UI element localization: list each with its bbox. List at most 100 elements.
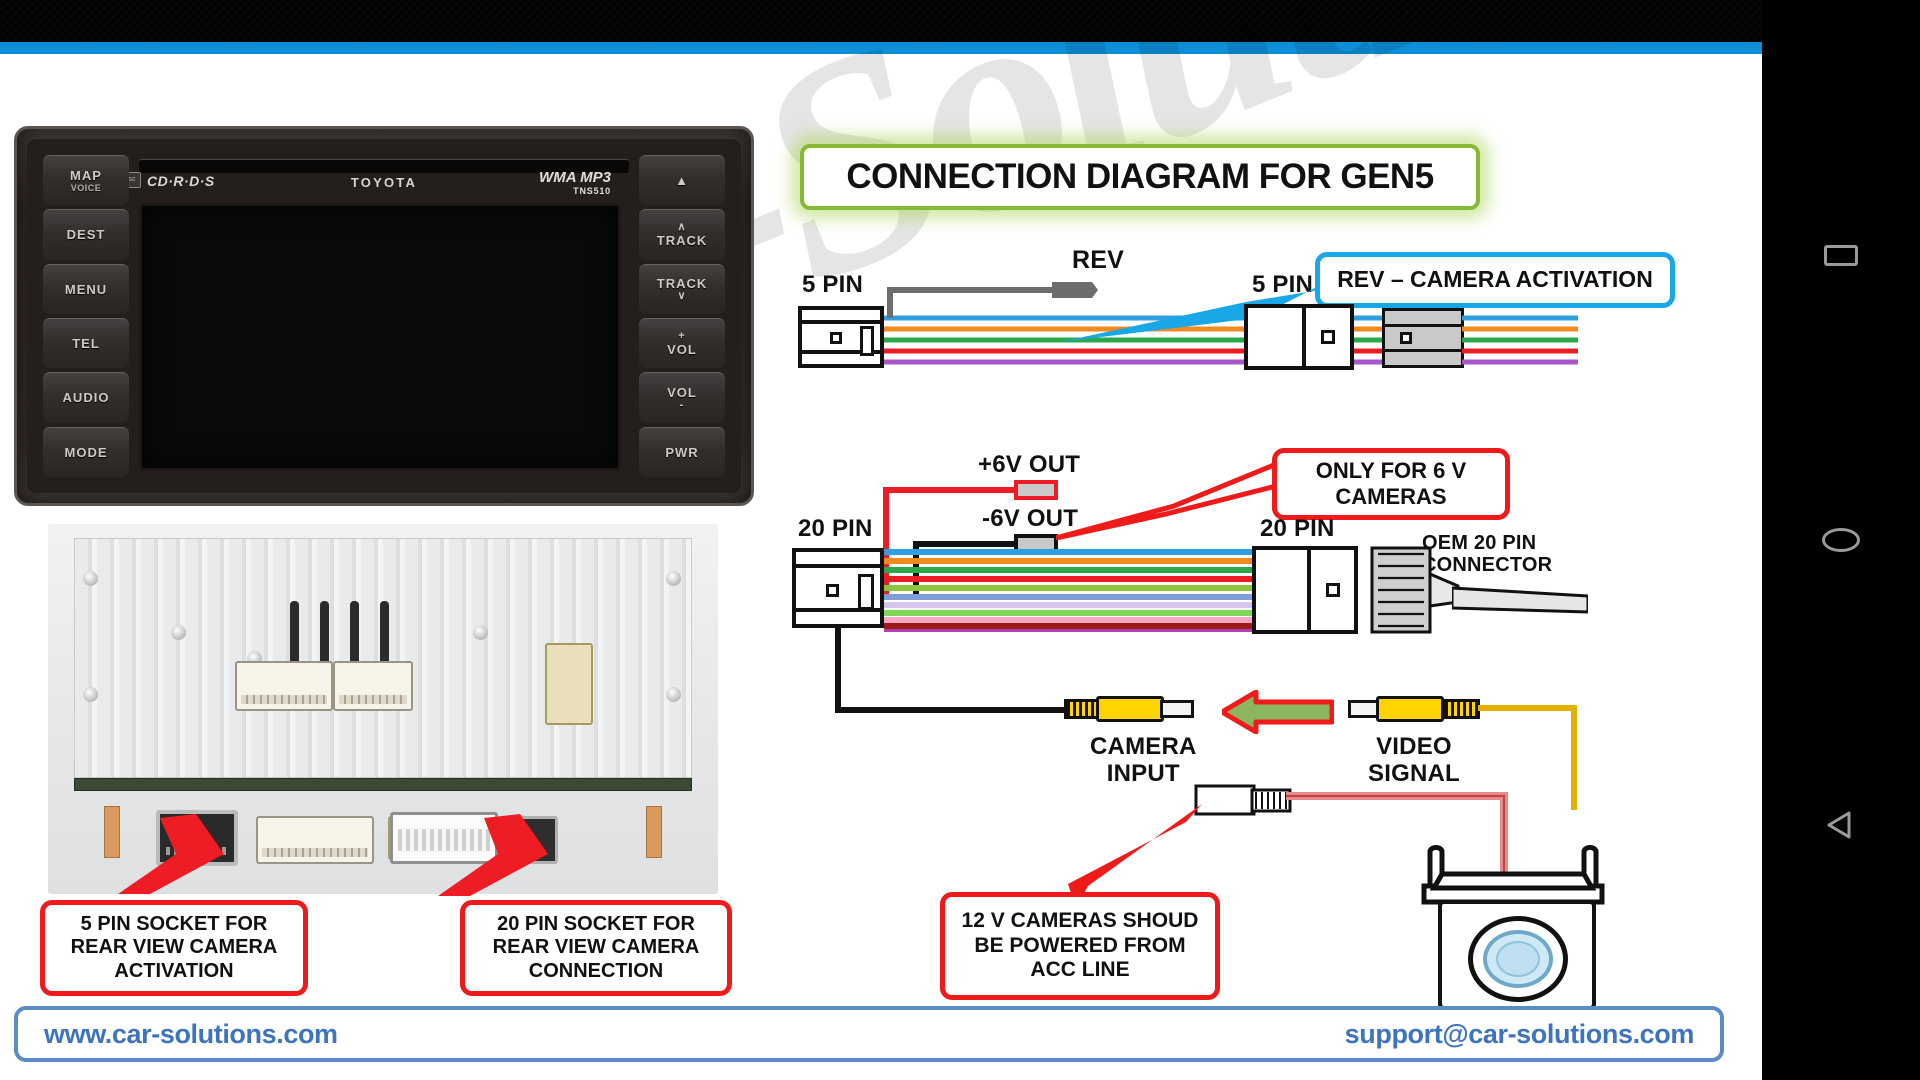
- head-unit-right-buttons[interactable]: ▲ ∧ TRACK TRACK ∨ + VOL VOL - PWR: [639, 155, 725, 477]
- screenshot-root: Car-Solutions.com CONNECTION DIAGRAM FOR…: [0, 0, 1920, 1080]
- head-unit-screen[interactable]: [139, 203, 621, 471]
- callout-rev-activation: REV – CAMERA ACTIVATION: [1315, 252, 1675, 308]
- button-menu[interactable]: MENU: [43, 263, 129, 314]
- button-map-label: MAP: [70, 168, 102, 184]
- connector-pins: [262, 848, 368, 857]
- rear-chassis: [74, 538, 692, 778]
- button-mode[interactable]: MODE: [43, 426, 129, 477]
- model-text: TNS510: [573, 186, 611, 196]
- home-button[interactable]: [1811, 510, 1871, 570]
- accent-strip: [0, 42, 1762, 54]
- button-eject[interactable]: ▲: [639, 155, 725, 206]
- harness-plug-5pin: [798, 306, 884, 368]
- harness-plug-20pin: [792, 548, 884, 628]
- callout-12v-cameras: 12 V CAMERAS SHOUD BE POWERED FROM ACC L…: [940, 892, 1220, 1000]
- camera-housing: [1438, 900, 1596, 1010]
- rear-gold-connector: [545, 643, 593, 725]
- home-circle-icon: [1822, 528, 1860, 552]
- android-nav-bar[interactable]: [1762, 0, 1920, 1080]
- wires-20pin: [884, 549, 1252, 632]
- callout-5pin-socket: 5 PIN SOCKET FOR REAR VIEW CAMERA ACTIVA…: [40, 900, 308, 996]
- orange-tab: [646, 806, 662, 858]
- page-title-text: CONNECTION DIAGRAM FOR GEN5: [846, 157, 1434, 196]
- format-label: WMA MP3 TNS510: [539, 169, 611, 196]
- orange-tab: [104, 806, 120, 858]
- button-pwr[interactable]: PWR: [639, 426, 725, 477]
- rear-pcb-strip: [74, 778, 692, 791]
- connector-key-icon: [1321, 330, 1336, 344]
- recents-button[interactable]: [1811, 225, 1871, 285]
- rca-video-signal: [1348, 692, 1488, 726]
- connector-key-icon: [1325, 583, 1340, 597]
- button-audio[interactable]: AUDIO: [43, 372, 129, 423]
- rear-20pin-socket[interactable]: [390, 812, 498, 864]
- callout-12v-cameras-text: 12 V CAMERAS SHOUD BE POWERED FROM ACC L…: [961, 908, 1199, 982]
- socket-pins: [166, 847, 228, 855]
- chevron-down-icon: ∨: [677, 290, 687, 303]
- button-track-down[interactable]: TRACK ∨: [639, 263, 725, 314]
- screw-hole: [666, 571, 681, 586]
- oem-5pin-connector: [1382, 308, 1464, 368]
- screw-hole: [171, 625, 186, 640]
- connector-pins: [339, 695, 407, 704]
- eject-icon: ▲: [675, 173, 689, 189]
- button-tel[interactable]: TEL: [43, 317, 129, 369]
- rear-white-connector: [333, 661, 413, 711]
- rca-camera-input: [1064, 692, 1204, 726]
- connector-box-5pin: [1244, 304, 1354, 370]
- status-bar: [0, 0, 1762, 42]
- oem-20pin-cable: [1452, 586, 1588, 614]
- callout-only-6v: ONLY FOR 6 V CAMERAS: [1272, 448, 1510, 520]
- label-video-signal: VIDEO SIGNAL: [1368, 733, 1460, 787]
- rear-white-socket: [256, 816, 374, 864]
- toyota-brand-label: TOYOTA: [350, 175, 418, 190]
- chevron-up-icon: ∧: [677, 220, 687, 233]
- button-map-sub: VOICE: [70, 183, 102, 194]
- button-map[interactable]: MAP VOICE: [43, 155, 129, 206]
- button-mode-label: MODE: [64, 444, 108, 460]
- wires-oem-5pin: [1462, 315, 1578, 365]
- button-track-down-label: TRACK: [656, 276, 708, 292]
- button-dest-label: DEST: [66, 227, 106, 243]
- screw-hole: [83, 571, 98, 586]
- callout-rev-activation-text: REV – CAMERA ACTIVATION: [1337, 266, 1653, 293]
- label-20pin-left: 20 PIN: [798, 515, 873, 542]
- oem-20pin-connector: [1368, 540, 1460, 640]
- button-pwr-label: PWR: [665, 444, 699, 460]
- connect-arrow-icon: [1222, 690, 1334, 734]
- callout-20pin-socket: 20 PIN SOCKET FOR REAR VIEW CAMERA CONNE…: [460, 900, 732, 996]
- rear-5pin-socket[interactable]: [156, 810, 238, 866]
- socket-pins: [398, 829, 490, 851]
- screw-hole: [666, 687, 681, 702]
- label-camera-input: CAMERA INPUT: [1090, 733, 1197, 787]
- wires-5pin-link: [1354, 315, 1384, 365]
- connector-box-20pin: [1252, 546, 1358, 634]
- plug-key: [826, 584, 839, 597]
- head-unit-bezel: disc CD·R·D·S TOYOTA WMA MP3 TNS510 SD H…: [14, 126, 754, 506]
- head-unit-left-buttons[interactable]: MAP VOICE DEST MENU TEL AUDIO MODE: [43, 155, 129, 477]
- camera-lens-inner: [1496, 941, 1540, 977]
- head-unit-front-photo: disc CD·R·D·S TOYOTA WMA MP3 TNS510 SD H…: [14, 126, 754, 506]
- button-menu-label: MENU: [64, 281, 108, 297]
- button-vol-down[interactable]: VOL -: [639, 372, 725, 423]
- footer-email[interactable]: support@car-solutions.com: [1345, 1019, 1695, 1050]
- plug-latch: [858, 574, 874, 610]
- rear-black-socket: [518, 816, 558, 864]
- page-title: CONNECTION DIAGRAM FOR GEN5: [800, 144, 1480, 210]
- button-audio-label: AUDIO: [62, 390, 110, 406]
- connector-pins: [241, 695, 327, 704]
- button-track-up[interactable]: ∧ TRACK: [639, 209, 725, 260]
- callout-20pin-socket-text: 20 PIN SOCKET FOR REAR VIEW CAMERA CONNE…: [492, 912, 700, 982]
- recents-square-icon: [1824, 244, 1858, 266]
- label-20pin-right: 20 PIN: [1260, 515, 1335, 542]
- diagram-page: Car-Solutions.com CONNECTION DIAGRAM FOR…: [0, 0, 1920, 1080]
- screw-hole: [473, 625, 488, 640]
- head-unit-rear-photo: [48, 524, 718, 894]
- button-dest[interactable]: DEST: [43, 209, 129, 260]
- button-vol-up[interactable]: + VOL: [639, 317, 725, 369]
- camera-lens-icon: [1468, 916, 1568, 1002]
- plus-icon: +: [678, 329, 686, 342]
- back-button[interactable]: [1811, 795, 1871, 855]
- footer-website[interactable]: www.car-solutions.com: [44, 1019, 338, 1050]
- plug-latch: [860, 326, 874, 356]
